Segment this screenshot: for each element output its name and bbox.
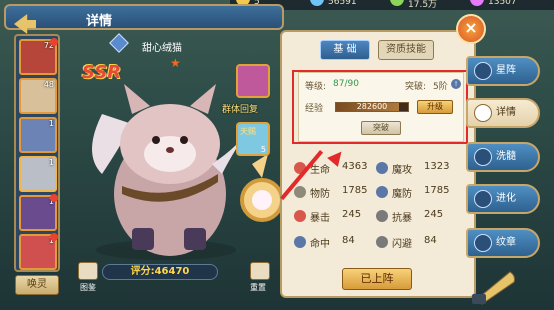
- highlight-frame: [292, 70, 468, 144]
- slot-level: 1: [48, 158, 54, 167]
- tab-aptitude[interactable]: 资质技能: [378, 40, 434, 60]
- stat-label: 魔防: [392, 189, 412, 200]
- codex-label: 图鉴: [80, 283, 96, 292]
- score-bar: 评分:46470: [102, 264, 218, 280]
- notification-dot-icon: [50, 194, 58, 202]
- notification-dot-icon: [50, 38, 58, 46]
- title-bar: 详情: [4, 4, 284, 34]
- side-tab-label: 详情: [496, 107, 516, 118]
- tab-basic[interactable]: 基 础: [320, 40, 370, 60]
- skill-slot[interactable]: [236, 64, 270, 98]
- energy-icon: [390, 0, 404, 6]
- skill-badge: 5: [260, 145, 266, 154]
- stat-value: 84: [424, 235, 437, 246]
- deploy-button[interactable]: 已上阵: [342, 268, 412, 290]
- side-tab-label: 星阵: [496, 65, 516, 76]
- side-tab-emblem[interactable]: 纹章: [466, 228, 540, 258]
- anti-crit-icon: [376, 210, 388, 222]
- back-arrow-icon[interactable]: [14, 14, 36, 34]
- roster-slot[interactable]: 48: [19, 78, 57, 114]
- stat-label: 暴击: [310, 213, 330, 224]
- stat-value: 1785: [424, 185, 450, 196]
- summon-button[interactable]: 唤灵: [15, 275, 59, 295]
- reset-label: 重置: [250, 283, 266, 292]
- side-tab-details[interactable]: 详情: [466, 98, 540, 128]
- side-tab-label: 洗髓: [496, 151, 516, 162]
- game-scene: 5 56591 17.5万 13507 详情 72 48 1 1 1 1: [0, 0, 554, 310]
- stat-value: 245: [342, 209, 362, 220]
- element-diamond-icon: [109, 33, 129, 53]
- pet-name: 甜心绒猫: [142, 43, 182, 54]
- stat-label: 物防: [310, 189, 330, 200]
- roster-slot[interactable]: 1: [19, 233, 58, 270]
- currency-value: 13507: [488, 0, 517, 7]
- phys-def-icon: [294, 186, 306, 198]
- side-tab-star-array[interactable]: 星阵: [466, 56, 540, 86]
- side-tab-refine[interactable]: 洗髓: [466, 142, 540, 172]
- roster-slot[interactable]: 1: [19, 194, 58, 231]
- page-title: 详情: [86, 14, 113, 29]
- side-tab-label: 纹章: [496, 237, 516, 248]
- magic-attack-icon: [376, 162, 388, 174]
- currency-value: 56591: [328, 0, 357, 7]
- stat-value: 1785: [342, 185, 368, 196]
- notification-dot-icon: [50, 233, 58, 241]
- pet-stage: 甜心绒猫 SSR ★ 群体回复 天赐 5 评分:46470 图鉴 重置: [62, 33, 282, 296]
- emblem-icon: [474, 234, 492, 252]
- roster-slot[interactable]: 72: [19, 38, 58, 75]
- slot-level: 1: [48, 119, 54, 128]
- pet-roster: 72 48 1 1 1 1: [14, 34, 60, 272]
- quill-icon: [472, 271, 515, 305]
- slot-level: 48: [43, 80, 54, 89]
- dodge-icon: [376, 236, 388, 248]
- star-array-icon: [474, 62, 492, 80]
- skill-label: 天赐: [240, 127, 256, 136]
- currency-value: 17.5万: [408, 0, 438, 10]
- roster-slot[interactable]: 1: [19, 117, 57, 153]
- skill-label: 群体回复: [222, 105, 259, 115]
- gem-icon: [310, 0, 324, 6]
- skill-slot[interactable]: 天赐 5: [236, 122, 270, 156]
- codex-button[interactable]: [78, 262, 98, 280]
- stat-value: 1323: [424, 161, 450, 172]
- close-button[interactable]: ×: [456, 14, 486, 44]
- stat-label: 抗暴: [392, 213, 412, 224]
- magic-def-icon: [376, 186, 388, 198]
- hit-icon: [294, 236, 306, 248]
- side-tab-label: 进化: [496, 193, 516, 204]
- stat-label: 命中: [310, 239, 330, 250]
- side-tab-evolve[interactable]: 进化: [466, 184, 540, 214]
- stat-label: 闪避: [392, 239, 412, 250]
- evolve-icon: [474, 190, 492, 208]
- stat-value: 245: [424, 209, 444, 220]
- paw-icon: [474, 104, 492, 122]
- stat-value: 84: [342, 235, 355, 246]
- refine-icon: [474, 148, 492, 166]
- stat-label: 魔攻: [392, 165, 412, 176]
- paw-icon[interactable]: [250, 262, 270, 280]
- roster-slot[interactable]: 1: [19, 156, 57, 192]
- crit-icon: [294, 210, 306, 222]
- ticket-icon: [470, 0, 484, 6]
- stat-value: 4363: [342, 161, 368, 172]
